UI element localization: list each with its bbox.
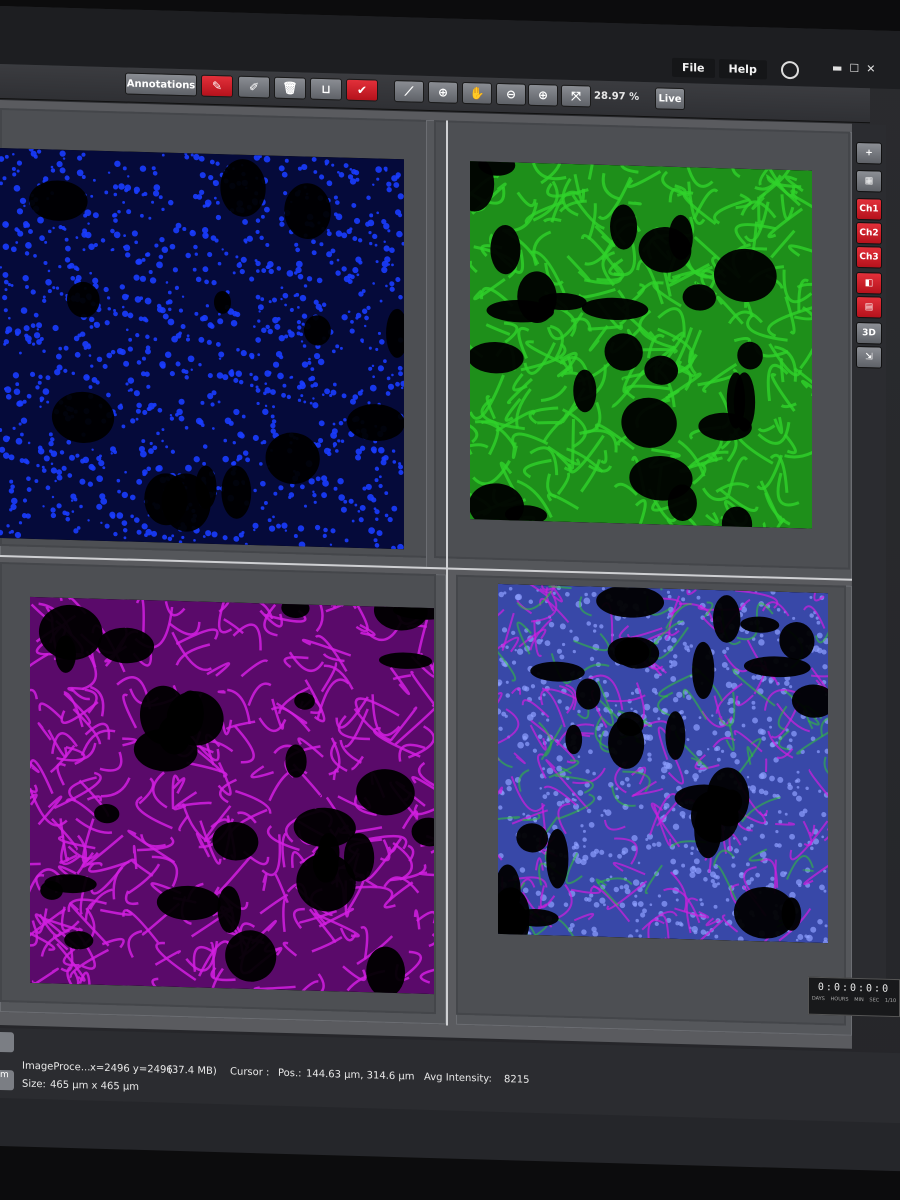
position-label: Pos.: bbox=[278, 1067, 302, 1080]
application-window: File Help ▬ ☐ ✕ Annotations ✎ ✐ 🗑 ⊔ ✔ ⟋ … bbox=[0, 6, 900, 1172]
grid-divider-vertical bbox=[446, 120, 448, 1026]
timer-unit-days: DAYS bbox=[811, 995, 825, 1003]
zoom-level: 28.97 % bbox=[594, 90, 640, 103]
erase-annotation-button[interactable]: ✐ bbox=[238, 75, 270, 99]
minimize-button[interactable]: ▬ bbox=[832, 61, 842, 74]
layers-icon: ◧ bbox=[864, 278, 874, 289]
zoom-out-icon: ⊖ bbox=[505, 87, 517, 102]
timer-units: DAYS HOURS MIN SEC 1/10 bbox=[809, 996, 899, 1005]
export-button[interactable]: ⇲ bbox=[856, 345, 882, 369]
check-icon: ✔ bbox=[356, 82, 368, 98]
image-filesize: (37.4 MB) bbox=[168, 1064, 217, 1078]
fiber-strand bbox=[773, 859, 777, 894]
trash-icon: 🗑 bbox=[282, 80, 298, 96]
maximize-button[interactable]: ☐ bbox=[849, 62, 859, 75]
fit-button[interactable]: ⤧ bbox=[561, 84, 591, 108]
channel1-image[interactable] bbox=[0, 148, 404, 550]
close-button[interactable]: ✕ bbox=[866, 62, 875, 75]
layout-button[interactable]: ▦ bbox=[856, 169, 882, 193]
pan-button[interactable]: ✋ bbox=[462, 81, 492, 105]
pen-button[interactable]: ✎ bbox=[201, 74, 233, 98]
hand-icon: ✋ bbox=[469, 86, 485, 101]
image-name: ImageProce... bbox=[22, 1060, 91, 1074]
channel3-image[interactable] bbox=[30, 596, 434, 995]
window-controls: ▬ ☐ ✕ bbox=[832, 61, 876, 75]
add-button[interactable]: + bbox=[856, 141, 882, 165]
3d-button[interactable]: 3D bbox=[856, 321, 882, 345]
avg-intensity-label: Avg Intensity: bbox=[424, 1071, 492, 1085]
image-viewer-grid bbox=[0, 100, 852, 1049]
acquisition-timer: 0:0:0:0:0 DAYS HOURS MIN SEC 1/10 bbox=[808, 976, 900, 1018]
size-value: 465 µm x 465 µm bbox=[50, 1079, 140, 1093]
timer-unit-sec: SEC bbox=[869, 997, 880, 1004]
timer-unit-hours: HOURS bbox=[830, 996, 849, 1003]
cursor-label: Cursor : bbox=[230, 1066, 270, 1079]
fit-icon: ⤧ bbox=[571, 88, 581, 103]
quadrant-merged bbox=[456, 574, 852, 1036]
fiber-strand bbox=[217, 690, 226, 694]
plus-icon: + bbox=[865, 148, 873, 159]
position-value: 144.63 µm, 314.6 µm bbox=[306, 1068, 415, 1083]
zoom-out-button[interactable]: ⊖ bbox=[496, 82, 526, 106]
fiber-strand bbox=[571, 419, 576, 469]
avg-intensity-value: 8215 bbox=[504, 1074, 530, 1086]
timer-unit-min: MIN bbox=[854, 996, 864, 1004]
side-panel: + ▦ Ch1 Ch2 Ch3 ◧ ▤ 3D ⇲ bbox=[852, 123, 886, 985]
fiber-strand bbox=[810, 674, 828, 678]
fiber-strand bbox=[282, 898, 287, 932]
timer-value: 0:0:0:0:0 bbox=[817, 981, 891, 995]
left-unit-button[interactable]: m bbox=[0, 1070, 14, 1091]
grid-icon: ▦ bbox=[864, 176, 874, 187]
erase-icon: ✐ bbox=[248, 79, 260, 95]
quadrant-channel1 bbox=[0, 108, 446, 569]
save-button[interactable]: ▤ bbox=[856, 295, 882, 319]
annotations-button[interactable]: Annotations bbox=[125, 72, 197, 97]
crosshair-button[interactable]: ⊕ bbox=[428, 80, 458, 104]
ruler-icon: ⟋ bbox=[404, 83, 414, 99]
crosshair-icon: ⊕ bbox=[437, 85, 449, 100]
channel1-button[interactable]: Ch1 bbox=[856, 197, 882, 221]
ruler-button[interactable]: ⟋ bbox=[394, 80, 424, 103]
main-menu: File Help bbox=[672, 55, 799, 83]
confirm-button[interactable]: ✔ bbox=[346, 78, 378, 102]
channel2-image[interactable] bbox=[470, 161, 812, 529]
zoom-in-icon: ⊕ bbox=[537, 88, 549, 103]
save-icon: ▤ bbox=[864, 302, 874, 313]
fiber-strand bbox=[628, 201, 642, 206]
menu-file[interactable]: File bbox=[672, 57, 715, 78]
measure-button[interactable]: ⊔ bbox=[310, 77, 342, 101]
quadrant-channel3 bbox=[0, 562, 446, 1025]
globe-icon[interactable] bbox=[780, 60, 799, 80]
measure-icon: ⊔ bbox=[321, 81, 331, 97]
quadrant-channel2 bbox=[426, 119, 852, 580]
channel2-button[interactable]: Ch2 bbox=[856, 221, 882, 245]
pen-icon: ✎ bbox=[211, 78, 223, 94]
image-dimensions: x=2496 y=2496 bbox=[90, 1062, 173, 1076]
export-icon: ⇲ bbox=[865, 352, 873, 363]
live-button[interactable]: Live bbox=[655, 87, 685, 111]
zoom-in-button[interactable]: ⊕ bbox=[528, 83, 558, 107]
channel3-button[interactable]: Ch3 bbox=[856, 245, 882, 269]
size-label: Size: bbox=[22, 1078, 46, 1091]
overlay-button[interactable]: ◧ bbox=[856, 271, 882, 295]
left-collapse-handle[interactable] bbox=[0, 1032, 14, 1053]
delete-button[interactable]: 🗑 bbox=[274, 76, 306, 100]
merged-image[interactable] bbox=[498, 583, 828, 944]
fiber-strand bbox=[802, 869, 814, 873]
menu-help[interactable]: Help bbox=[718, 58, 767, 79]
timer-unit-tenths: 1/10 bbox=[884, 997, 897, 1005]
